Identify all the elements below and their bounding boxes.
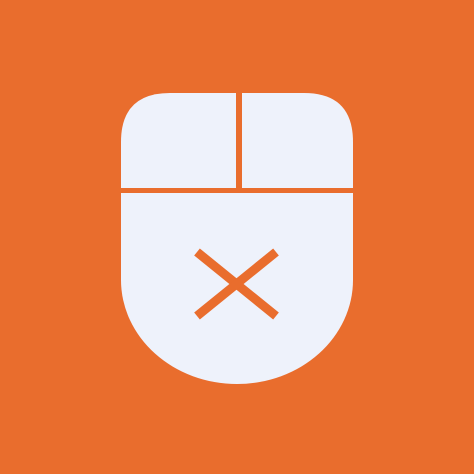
mouse-shape bbox=[121, 93, 353, 384]
mouse-button-divider-vertical bbox=[236, 93, 242, 190]
mouse-x-icon bbox=[0, 0, 474, 474]
